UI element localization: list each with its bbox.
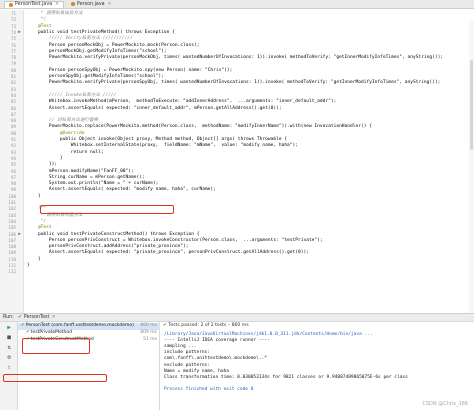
tab-persontest[interactable]: PersonTest.java ✕ [4, 0, 64, 8]
status-text: Tests passed: 2 of 2 tests – 860 ms [168, 323, 249, 328]
close-icon[interactable]: ✕ [108, 2, 112, 7]
export-icon[interactable]: ⇪ [5, 364, 13, 372]
console-line: com\.fanff\.unittestdemo\.mockdemo\..* [164, 356, 267, 362]
run-tab-persontest[interactable]: ✔ PersonTest ✕ [18, 315, 56, 320]
run-label: Run: [3, 315, 14, 320]
watermark: CSDN @Chris_166 [422, 401, 468, 407]
run-test-icon[interactable]: ▶ [17, 30, 22, 35]
test-status: ✔ Tests passed: 2 of 2 tests – 860 ms [163, 323, 249, 329]
test-label: PersonTest (com.fanff.unittestdemo.mockd… [25, 323, 134, 328]
test-tree-row[interactable]: ✔testPrivateMethod 809 ms [18, 330, 160, 337]
test-duration: 51 ms [143, 337, 157, 342]
console-line: exclude patterns: [164, 362, 211, 368]
code-line[interactable]: PowerMockito.verifyPrivate(personMockObj… [27, 55, 443, 61]
test-name: ✔testPrivateMethod [21, 330, 72, 337]
check-icon: ✔ [21, 323, 25, 328]
check-icon: ✔ [26, 330, 30, 335]
test-duration: 860 ms [140, 323, 157, 328]
java-file-icon [70, 2, 75, 6]
console-output[interactable]: ✔ Tests passed: 2 of 2 tests – 860 ms /L… [160, 322, 474, 410]
run-test-icon[interactable]: ▶ [17, 232, 22, 237]
code-line[interactable]: Assert.assertEquals( expected: "modify n… [27, 187, 216, 193]
highlight-tests [22, 338, 90, 354]
tab-label: Person.java [76, 1, 105, 7]
rerun-icon[interactable]: ▶ [5, 324, 13, 332]
code-line[interactable]: } [27, 194, 41, 200]
line-gutter: 71 72 73 74 75 76 77 78 79 80 81 82 83 84 85 86 87 88 89 90… [0, 10, 24, 313]
highlight-output [3, 374, 107, 382]
scroll-thumb[interactable] [470, 60, 473, 150]
close-icon[interactable]: ✕ [55, 2, 59, 7]
test-tree-row[interactable]: ✔PersonTest (com.fanff.unittestdemo.mock… [18, 323, 160, 330]
line-number: 112 [8, 269, 16, 275]
sort-icon[interactable]: ⇅ [5, 344, 13, 352]
test-duration: 809 ms [140, 330, 157, 335]
console-line: Class transformation time: 0.030053134s … [164, 374, 408, 380]
code-line[interactable]: PowerMockito.verifyPrivate(personSpyObj,… [27, 80, 440, 86]
tab-label: PersonTest.java [15, 2, 53, 7]
console-line: Name = modify name, haha [164, 368, 230, 374]
run-side-toolbar: ▶ ■ ⇅ ⚙ ⇪ [0, 322, 18, 410]
test-results-tree: ✔PersonTest (com.fanff.unittestdemo.mock… [18, 322, 160, 410]
code-line[interactable]: Assert.assertEquals( expected: "inner_de… [27, 106, 282, 112]
code-line[interactable]: Assert.assertEquals( expected: "private_… [27, 250, 309, 256]
run-tab-label: PersonTest [23, 315, 50, 320]
console-line: Process finished with exit code 0 [164, 386, 254, 392]
close-icon[interactable]: ✕ [51, 315, 55, 320]
settings-icon[interactable]: ⚙ [5, 354, 13, 362]
stop-icon[interactable]: ■ [5, 334, 13, 342]
code-line[interactable]: } [27, 263, 30, 269]
test-label: testPrivateMethod [30, 330, 72, 335]
editor-scrollbar[interactable] [469, 20, 474, 323]
java-file-icon [9, 2, 13, 7]
check-icon: ✔ [17, 315, 22, 320]
run-tool-header: Run: ✔ PersonTest ✕ [0, 313, 474, 322]
highlight-println [40, 205, 174, 214]
test-name: ✔PersonTest (com.fanff.unittestdemo.mock… [21, 323, 134, 330]
tab-person[interactable]: Person.java ✕ [67, 1, 115, 8]
code-editor[interactable]: 71 72 73 74 75 76 77 78 79 80 81 82 83 84 85 86 87 88 89 90… [0, 10, 474, 323]
editor-tab-bar: PersonTest.java ✕ Person.java ✕ [0, 0, 474, 9]
